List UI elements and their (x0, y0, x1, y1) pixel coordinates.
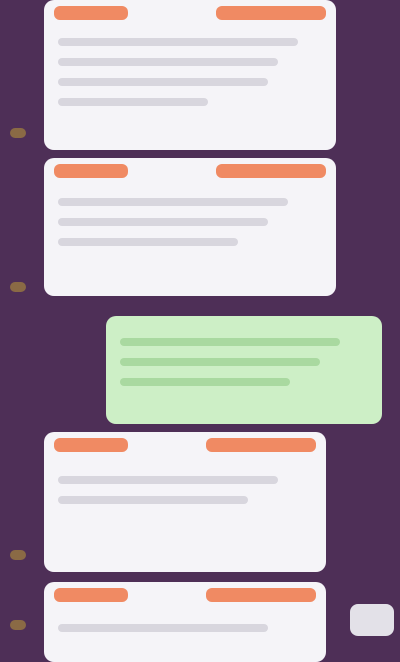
text-line (58, 98, 208, 106)
text-line (58, 496, 248, 504)
chat-view (0, 0, 400, 662)
sender-name[interactable] (54, 164, 128, 178)
sender-tag (206, 438, 316, 452)
avatar-icon[interactable] (10, 550, 26, 560)
text-line (120, 358, 320, 366)
text-line (58, 58, 278, 66)
text-line (58, 218, 268, 226)
text-line (120, 378, 290, 386)
sender-name[interactable] (54, 6, 128, 20)
sender-tag (216, 164, 326, 178)
text-line (58, 38, 298, 46)
text-line (58, 624, 268, 632)
message-bubble-incoming[interactable] (44, 0, 336, 150)
text-line (58, 238, 238, 246)
avatar-icon[interactable] (10, 128, 26, 138)
avatar-icon[interactable] (10, 620, 26, 630)
text-line (120, 338, 340, 346)
message-bubble-outgoing[interactable] (106, 316, 382, 424)
message-bubble-incoming[interactable] (44, 158, 336, 296)
text-line (58, 476, 278, 484)
message-bubble-incoming[interactable] (44, 432, 326, 572)
sender-name[interactable] (54, 588, 128, 602)
text-line (58, 78, 268, 86)
sender-name[interactable] (54, 438, 128, 452)
sender-tag (206, 588, 316, 602)
avatar-icon[interactable] (10, 282, 26, 292)
chevron-down-icon[interactable] (350, 604, 394, 636)
sender-tag (216, 6, 326, 20)
text-line (58, 198, 288, 206)
message-bubble-incoming[interactable] (44, 582, 326, 662)
